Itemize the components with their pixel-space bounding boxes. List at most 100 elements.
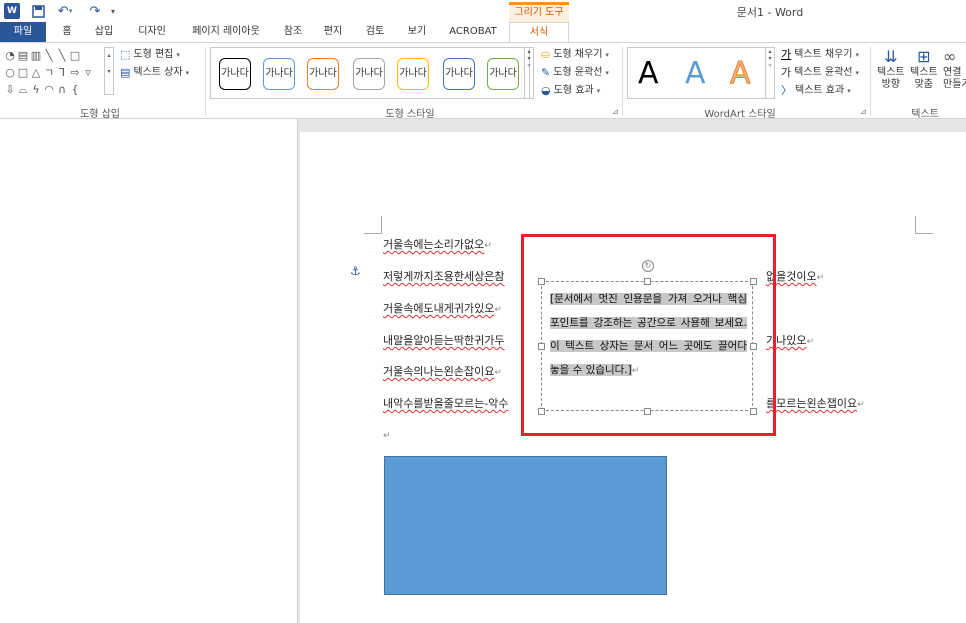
shape-flow-icon[interactable]: ⌓ bbox=[17, 81, 29, 98]
redo-icon[interactable]: ↷ bbox=[84, 3, 106, 19]
group-label-text: 텍스트 bbox=[911, 109, 939, 120]
pen-outline-icon: ✎ bbox=[541, 66, 551, 79]
poem-line[interactable]: 내말을알아듣는딱한귀가두 bbox=[383, 332, 504, 348]
shape-gallery-scroll[interactable]: ▴ ▾ bbox=[104, 47, 114, 95]
group-label-wordart-styles: WordArt 스타일 bbox=[704, 109, 776, 120]
poem-line[interactable]: 내악수를받을줄모르는-악수 bbox=[383, 395, 508, 411]
edit-shape-icon: ⬚ bbox=[120, 48, 131, 61]
customize-qat-icon[interactable]: ▾ bbox=[108, 3, 118, 19]
shape-textbox-icon[interactable]: ▤ bbox=[17, 47, 29, 64]
shape-effects-icon: ◒ bbox=[541, 84, 551, 97]
document-title: 문서1 - Word bbox=[736, 6, 804, 19]
word-app-icon[interactable]: W bbox=[4, 3, 20, 19]
shape-oval-icon[interactable]: ○ bbox=[4, 64, 16, 81]
poem-line[interactable]: 저렇게까지조용한세상은참 bbox=[383, 268, 504, 284]
text-effects-button[interactable]: 〉 텍스트 효과 ▾ bbox=[781, 83, 851, 99]
chevron-down-icon: ▾ bbox=[596, 87, 601, 95]
shape-curve-icon[interactable]: ∩ bbox=[56, 81, 68, 98]
tab-page-layout[interactable]: 페이지 레이아웃 bbox=[184, 22, 268, 42]
tab-file[interactable]: 파일 bbox=[0, 22, 46, 42]
tab-format[interactable]: 서식 bbox=[509, 22, 569, 42]
text-direction-icon: ⇊ bbox=[884, 47, 898, 66]
drawing-tools-context-label: 그리기 도구 bbox=[509, 2, 569, 22]
shape-style-thumb[interactable]: 가나다 bbox=[307, 58, 339, 90]
shape-style-thumb[interactable]: 가나다 bbox=[263, 58, 295, 90]
shape-style-gallery-scroll[interactable]: ▴ ▾ ▿ bbox=[524, 47, 534, 99]
tab-acrobat[interactable]: ACROBAT bbox=[444, 22, 502, 42]
group-label-shape-styles: 도형 스타일 bbox=[385, 109, 435, 120]
shape-brace-icon[interactable]: { bbox=[69, 81, 81, 98]
margin-mark-top-right bbox=[915, 216, 933, 234]
text-box-icon: ▤ bbox=[120, 66, 131, 79]
tab-references[interactable]: 참조 bbox=[278, 22, 308, 42]
tab-mailings[interactable]: 편지 bbox=[318, 22, 348, 42]
chevron-down-icon: ▾ bbox=[605, 51, 609, 59]
shape-line2-icon[interactable]: ╲ bbox=[56, 47, 68, 64]
wordart-style-blue[interactable]: A bbox=[685, 56, 706, 91]
text-outline-button[interactable]: 가 텍스트 윤곽선 ▾ bbox=[781, 65, 859, 81]
shape-rect-icon[interactable]: □ bbox=[69, 47, 81, 64]
shape-triangle-icon[interactable]: △ bbox=[30, 64, 42, 81]
poem-line-continued[interactable]: 를모르는왼손잽이요↵ bbox=[766, 395, 865, 411]
text-align-icon: ⊞ bbox=[917, 47, 931, 66]
tab-review[interactable]: 검토 bbox=[360, 22, 390, 42]
ribbon-tab-bar: 파일 홈 삽입 디자인 페이지 레이아웃 참조 편지 검토 보기 ACROBAT… bbox=[0, 22, 966, 42]
tab-home[interactable]: 홈 bbox=[54, 22, 80, 42]
group-separator bbox=[205, 47, 206, 115]
shape-vtextbox-icon[interactable]: ▥ bbox=[30, 47, 42, 64]
save-icon[interactable] bbox=[30, 3, 46, 19]
wordart-style-black[interactable]: A bbox=[638, 56, 659, 91]
shape-fill-button[interactable]: ⛀ 도형 채우기 ▾ bbox=[541, 47, 609, 63]
wordart-gallery-scroll[interactable]: ▴ ▾ ▿ bbox=[765, 47, 775, 99]
text-effects-icon: 〉 bbox=[781, 84, 792, 97]
shape-style-thumb[interactable]: 가나다 bbox=[397, 58, 429, 90]
poem-line[interactable]: 거울속에도내게귀가있오↵ bbox=[383, 300, 502, 316]
text-direction-button[interactable]: ⇊ 텍스트 방향 bbox=[877, 47, 905, 97]
rectangle-shape[interactable] bbox=[384, 456, 667, 595]
shape-connector-icon[interactable]: ⅂ bbox=[56, 64, 68, 81]
chevron-down-icon: ▾ bbox=[185, 69, 190, 77]
shape-arc-icon[interactable]: ◠ bbox=[43, 81, 55, 98]
poem-line[interactable]: 거울속에는소리가없오↵ bbox=[383, 236, 492, 252]
wordart-style-orange[interactable]: A bbox=[730, 56, 752, 92]
shape-arrow-icon[interactable]: ⇨ bbox=[69, 64, 81, 81]
shape-gallery[interactable]: ◔ ▤ ▥ ╲ ╲ □ ○ □ △ ㄱ ⅂ ⇨ ▿ ⇩ ⌓ ϟ ◠ ∩ { bbox=[4, 47, 114, 99]
shape-freeform-icon[interactable]: ◔ bbox=[4, 47, 16, 64]
empty-paragraph[interactable]: ↵ bbox=[383, 428, 391, 441]
shape-style-thumb[interactable]: 가나다 bbox=[219, 58, 251, 90]
shape-outline-button[interactable]: ✎ 도형 윤곽선 ▾ bbox=[541, 65, 609, 81]
text-fill-icon: 가 bbox=[781, 48, 792, 61]
shape-more-icon[interactable]: ▿ bbox=[82, 64, 94, 81]
text-align-button[interactable]: ⊞ 텍스트 맞춤 bbox=[910, 47, 938, 97]
shape-elbow-icon[interactable]: ㄱ bbox=[43, 64, 55, 81]
dialog-launcher-icon[interactable]: ⊿ bbox=[860, 107, 867, 116]
text-box-button[interactable]: ▤ 텍스트 상자 ▾ bbox=[120, 65, 189, 81]
edit-shape-button[interactable]: ⬚ 도형 편집 ▾ bbox=[120, 47, 180, 63]
shape-lightning-icon[interactable]: ϟ bbox=[30, 81, 42, 98]
group-separator bbox=[622, 47, 623, 115]
shape-style-gallery[interactable]: 가나다 가나다 가나다 가나다 가나다 가나다 가나다 bbox=[210, 47, 530, 99]
shape-style-thumb[interactable]: 가나다 bbox=[353, 58, 385, 90]
chevron-down-icon: ▾ bbox=[176, 51, 180, 59]
dialog-launcher-icon[interactable]: ⊿ bbox=[612, 107, 619, 116]
tab-design[interactable]: 디자인 bbox=[130, 22, 174, 42]
group-label-insert-shapes: 도형 삽입 bbox=[80, 109, 120, 120]
navigation-pane bbox=[0, 119, 298, 623]
text-fill-button[interactable]: 가 텍스트 채우기 ▾ bbox=[781, 47, 859, 63]
shape-effects-button[interactable]: ◒ 도형 효과 ▾ bbox=[541, 83, 600, 99]
tab-view[interactable]: 보기 bbox=[402, 22, 432, 42]
tab-insert[interactable]: 삽입 bbox=[88, 22, 120, 42]
poem-line[interactable]: 거울속의나는왼손잡이요↵ bbox=[383, 363, 502, 379]
shape-square-icon[interactable]: □ bbox=[17, 64, 29, 81]
create-link-button[interactable]: ∞ 연결 만들기 bbox=[943, 47, 966, 97]
undo-icon[interactable]: ↶ ▾ bbox=[54, 3, 76, 19]
wordart-style-gallery[interactable]: A A A bbox=[627, 47, 775, 99]
margin-mark-top-left bbox=[364, 216, 382, 234]
anchor-icon[interactable]: ⚓ bbox=[350, 264, 361, 278]
shape-style-thumb[interactable]: 가나다 bbox=[487, 58, 519, 90]
shape-line-icon[interactable]: ╲ bbox=[43, 47, 55, 64]
ribbon: ◔ ▤ ▥ ╲ ╲ □ ○ □ △ ㄱ ⅂ ⇨ ▿ ⇩ ⌓ ϟ ◠ ∩ { ▴ ▾… bbox=[0, 42, 966, 120]
shape-arrow-down-icon[interactable]: ⇩ bbox=[4, 81, 16, 98]
chevron-down-icon: ▾ bbox=[847, 87, 851, 95]
shape-style-thumb[interactable]: 가나다 bbox=[443, 58, 475, 90]
